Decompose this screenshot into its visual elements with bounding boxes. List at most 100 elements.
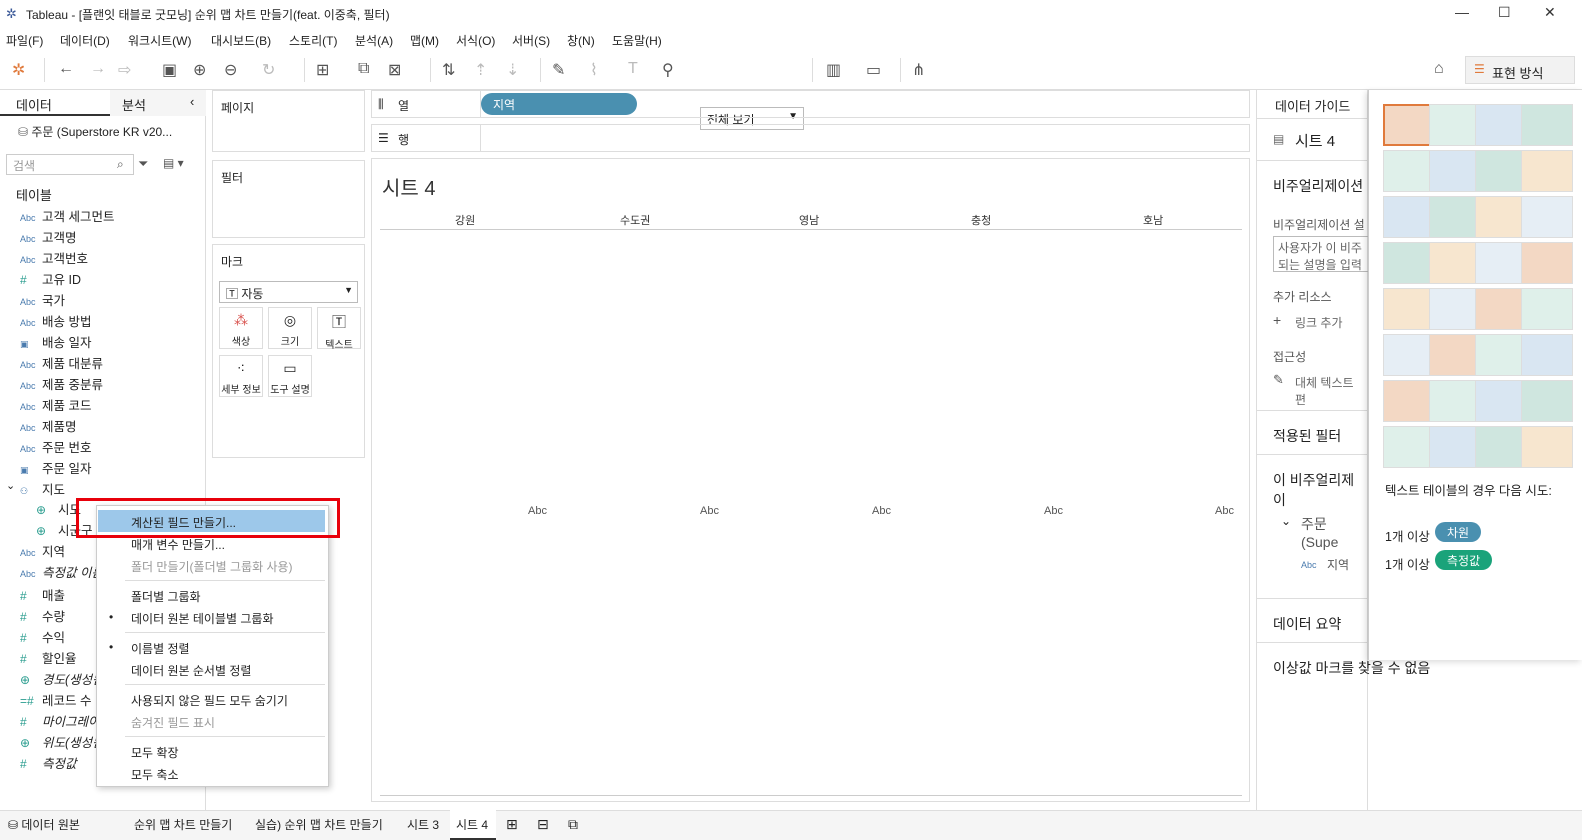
chart-type-thumbnail[interactable] <box>1383 334 1435 376</box>
text-mark[interactable]: Abc <box>528 505 547 517</box>
column-header[interactable]: 강원 <box>455 212 475 228</box>
labels-icon[interactable]: T <box>628 60 638 78</box>
tableau-home-icon[interactable]: ✲ <box>12 60 25 80</box>
chart-type-thumbnail[interactable] <box>1383 150 1435 192</box>
close-icon[interactable]: ✕ <box>1544 4 1556 21</box>
context-menu-item[interactable]: 데이터 원본 순서별 정렬 <box>131 662 251 679</box>
new-story-icon[interactable]: ⧉ <box>568 816 578 833</box>
chart-type-thumbnail[interactable] <box>1383 288 1435 330</box>
chart-type-thumbnail[interactable] <box>1521 150 1573 192</box>
new-dashboard-icon[interactable]: ⊟ <box>537 816 549 833</box>
menu-data[interactable]: 데이터(D) <box>60 32 110 49</box>
chart-type-thumbnail[interactable] <box>1383 242 1435 284</box>
field-item[interactable]: # 측정값 <box>20 753 77 773</box>
viz-description-input[interactable]: 사용자가 이 비주 되는 설명을 입력 <box>1273 236 1369 272</box>
field-item[interactable]: Abc 배송 방법 <box>20 311 91 331</box>
chart-type-thumbnail[interactable] <box>1475 196 1527 238</box>
new-worksheet-icon[interactable]: ⊞ <box>316 60 329 80</box>
chart-type-thumbnail[interactable] <box>1429 104 1481 146</box>
tab-sheet[interactable]: 순위 맵 차트 만들기 <box>134 816 232 833</box>
duplicate-icon[interactable]: ⧉ <box>358 60 369 78</box>
chart-type-thumbnail[interactable] <box>1521 288 1573 330</box>
share-icon[interactable]: ⋔ <box>912 60 925 80</box>
new-datasource-icon[interactable]: ⊕ <box>193 60 206 80</box>
menu-worksheet[interactable]: 워크시트(W) <box>128 32 191 49</box>
field-item[interactable]: ⌄ ⚇ 지도 <box>6 479 65 499</box>
text-mark[interactable]: Abc <box>700 505 719 517</box>
maximize-icon[interactable]: ☐ <box>1498 4 1511 21</box>
field-item[interactable]: ▣ 주문 일자 <box>20 458 91 478</box>
view-canvas[interactable] <box>371 158 1250 802</box>
add-link[interactable]: 링크 추가 <box>1295 314 1343 331</box>
context-menu-item[interactable]: 사용되지 않은 필드 모두 숨기기 <box>131 692 288 709</box>
menu-window[interactable]: 창(N) <box>567 32 595 49</box>
add-icon[interactable]: + <box>1273 312 1281 328</box>
tab-datasource[interactable]: ⛁ 데이터 원본 <box>8 816 80 833</box>
expand-icon[interactable]: ⌄ <box>6 479 15 492</box>
menu-server[interactable]: 서버(S) <box>512 32 550 49</box>
clear-sheet-icon[interactable]: ⊠ <box>388 60 401 80</box>
context-menu-item[interactable]: 매개 변수 만들기... <box>131 536 225 553</box>
menu-file[interactable]: 파일(F) <box>6 32 43 49</box>
pages-shelf[interactable]: 페이지 <box>212 90 365 152</box>
filters-shelf[interactable]: 필터 <box>212 160 365 238</box>
chart-type-thumbnail[interactable] <box>1521 104 1573 146</box>
tab-sheet[interactable]: 시트 3 <box>407 816 439 833</box>
context-menu-item[interactable]: 모두 축소 <box>131 766 179 783</box>
column-header[interactable]: 호남 <box>1143 212 1163 228</box>
field-item[interactable]: # 할인율 <box>20 648 77 668</box>
menu-analysis[interactable]: 분석(A) <box>355 32 393 49</box>
text-mark[interactable]: Abc <box>1044 505 1063 517</box>
field-item[interactable]: Abc 고객명 <box>20 227 77 247</box>
field-item[interactable]: Abc 제품 대분류 <box>20 353 103 373</box>
menu-help[interactable]: 도움말(H) <box>612 32 662 49</box>
chart-type-thumbnail[interactable] <box>1429 380 1481 422</box>
field-item[interactable]: # 수익 <box>20 627 65 647</box>
presentation-icon[interactable]: ▭ <box>866 60 881 80</box>
tab-sheet-active[interactable]: 시트 4 <box>456 816 488 833</box>
menu-dashboard[interactable]: 대시보드(B) <box>211 32 271 49</box>
pin-icon[interactable]: ⚲ <box>662 60 674 80</box>
size-button[interactable]: ◎ 크기 <box>268 307 312 349</box>
field-item[interactable]: Abc 주문 번호 <box>20 437 91 457</box>
menu-format[interactable]: 서식(O) <box>456 32 495 49</box>
chevron-down-icon[interactable]: ⌄ <box>1281 514 1291 528</box>
new-worksheet-icon[interactable]: ⊞ <box>506 816 518 833</box>
chart-type-thumbnail[interactable] <box>1475 104 1527 146</box>
chart-type-thumbnail[interactable] <box>1521 196 1573 238</box>
tab-data[interactable]: 데이터 <box>0 90 110 116</box>
chart-type-thumbnail[interactable] <box>1383 426 1435 468</box>
chart-type-thumbnail[interactable] <box>1383 196 1435 238</box>
replay-icon[interactable]: ⇨ <box>118 60 131 80</box>
context-menu-item[interactable]: 모두 확장 <box>131 744 179 761</box>
alt-text-link[interactable]: 대체 텍스트 편 <box>1295 374 1367 408</box>
field-item[interactable]: Abc 지역 <box>20 541 65 561</box>
region-pill[interactable]: 지역 <box>481 93 637 115</box>
minimize-icon[interactable]: — <box>1455 4 1469 20</box>
chart-type-thumbnail[interactable] <box>1429 150 1481 192</box>
rows-shelf[interactable]: ☰ 행 <box>371 124 1250 152</box>
menu-map[interactable]: 맵(M) <box>410 32 439 49</box>
show-me-button[interactable]: ☰ 표현 방식 <box>1465 56 1575 84</box>
chart-type-thumbnail[interactable] <box>1429 196 1481 238</box>
chart-type-thumbnail[interactable] <box>1383 380 1435 422</box>
chart-type-thumbnail[interactable] <box>1521 380 1573 422</box>
filter-icon[interactable]: ⏷ <box>138 156 148 172</box>
collapse-icon[interactable]: ‹ <box>190 94 194 109</box>
chart-type-thumbnail[interactable] <box>1521 242 1573 284</box>
save-icon[interactable]: ▣ <box>162 60 177 80</box>
show-cards-icon[interactable]: ▥ <box>826 60 841 80</box>
column-header[interactable]: 수도권 <box>620 212 650 228</box>
format-painter-icon[interactable]: ⌂ <box>1434 60 1444 78</box>
highlight-icon[interactable]: ✎ <box>552 60 565 80</box>
field-item[interactable]: ▣ 배송 일자 <box>20 332 91 352</box>
chart-type-thumbnail[interactable] <box>1475 426 1527 468</box>
text-mark[interactable]: Abc <box>1215 505 1234 517</box>
pause-updates-icon[interactable]: ⊖ <box>224 60 237 80</box>
tab-sheet[interactable]: 실습) 순위 맵 차트 만들기 <box>255 816 383 833</box>
chart-type-thumbnail[interactable] <box>1429 426 1481 468</box>
chart-type-thumbnail[interactable] <box>1429 242 1481 284</box>
search-input[interactable]: 검색 <box>6 154 134 175</box>
context-menu-item[interactable]: 폴더별 그룹화 <box>131 588 201 605</box>
view-options-icon[interactable]: ▤ ▾ <box>163 156 184 170</box>
